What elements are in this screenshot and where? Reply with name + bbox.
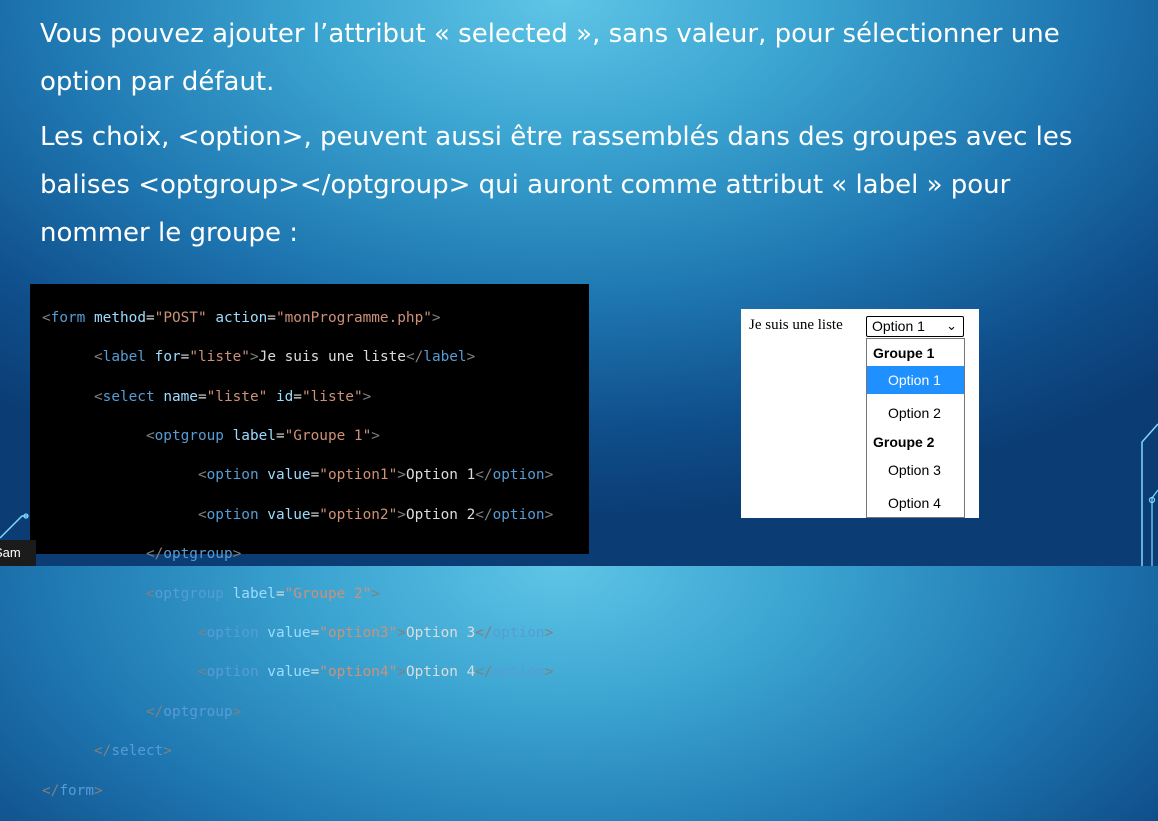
code-line-9: <option value="option3">Option 3</option… bbox=[197, 624, 554, 641]
select-dropdown: Groupe 1 Option 1 Option 2 Groupe 2 Opti… bbox=[866, 338, 965, 518]
code-line-3: <select name="liste" id="liste"> bbox=[93, 388, 372, 405]
liste-select[interactable]: Option 1 ⌄ bbox=[866, 316, 964, 337]
slide-text: Vous pouvez ajouter l’attribut « selecte… bbox=[40, 10, 1120, 264]
code-line-10: <option value="option4">Option 4</option… bbox=[197, 664, 554, 681]
code-line-8: <optgroup label="Groupe 2"> bbox=[145, 585, 380, 602]
code-line-4: <optgroup label="Groupe 1"> bbox=[145, 427, 380, 444]
optgroup-label: Groupe 1 bbox=[873, 345, 935, 361]
code-line-11: </optgroup> bbox=[145, 703, 242, 720]
option-item[interactable]: Option 4 bbox=[867, 489, 964, 517]
code-line-1: <form method="POST" action="monProgramme… bbox=[42, 309, 441, 326]
code-line-6: <option value="option2">Option 2</option… bbox=[197, 506, 554, 523]
code-line-7: </optgroup> bbox=[145, 546, 242, 563]
presenter-name-tag: Sam bbox=[0, 540, 36, 566]
circuit-decoration bbox=[0, 513, 29, 539]
option-item[interactable]: Option 3 bbox=[867, 456, 964, 484]
paragraph-optgroup: Les choix, <option>, peuvent aussi être … bbox=[40, 122, 1073, 248]
optgroup-label: Groupe 2 bbox=[873, 434, 935, 450]
select-preview: Je suis une liste Option 1 ⌄ Groupe 1 Op… bbox=[741, 309, 979, 518]
paragraph-selected: Vous pouvez ajouter l’attribut « selecte… bbox=[40, 19, 1060, 97]
chevron-down-icon: ⌄ bbox=[946, 318, 957, 333]
code-line-2: <label for="liste">Je suis une liste</la… bbox=[93, 349, 476, 366]
option-item[interactable]: Option 1 bbox=[867, 366, 964, 394]
option-item[interactable]: Option 2 bbox=[867, 399, 964, 427]
code-line-13: </form> bbox=[42, 782, 103, 799]
code-line-5: <option value="option1">Option 1</option… bbox=[197, 467, 554, 484]
code-block: <form method="POST" action="monProgramme… bbox=[30, 284, 589, 799]
select-label: Je suis une liste bbox=[749, 317, 843, 333]
circuit-decoration bbox=[1141, 423, 1158, 566]
code-line-12: </select> bbox=[93, 743, 172, 760]
select-value: Option 1 bbox=[872, 318, 925, 334]
